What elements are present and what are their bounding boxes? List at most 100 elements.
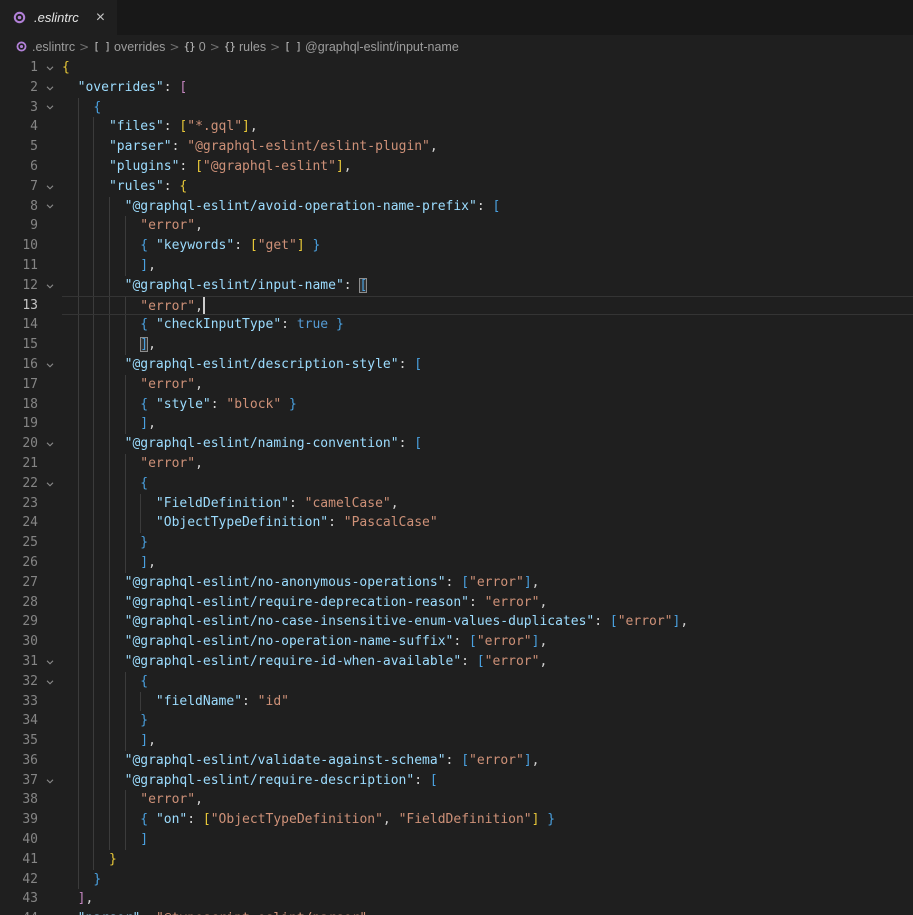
line-number[interactable]: 4 [0,117,38,137]
line-number[interactable]: 30 [0,632,38,652]
code-line[interactable]: 32 { [0,672,913,692]
line-number[interactable]: 3 [0,98,38,118]
code-line[interactable]: 13 "error", [0,296,913,316]
code-line[interactable]: 30 "@graphql-eslint/no-operation-name-su… [0,632,913,652]
code-line[interactable]: 43 ], [0,889,913,909]
chevron-down-fold-icon[interactable] [38,434,62,454]
code-line[interactable]: 8 "@graphql-eslint/avoid-operation-name-… [0,197,913,217]
line-number[interactable]: 7 [0,177,38,197]
line-number[interactable]: 36 [0,751,38,771]
code-line[interactable]: 25 } [0,533,913,553]
line-number[interactable]: 19 [0,414,38,434]
line-number[interactable]: 13 [0,296,38,316]
line-number[interactable]: 23 [0,494,38,514]
code-line[interactable]: 2 "overrides": [ [0,78,913,98]
line-number[interactable]: 22 [0,474,38,494]
code-line[interactable]: 10 { "keywords": ["get"] } [0,236,913,256]
code-line[interactable]: 40 ] [0,830,913,850]
line-number[interactable]: 16 [0,355,38,375]
line-number[interactable]: 42 [0,870,38,890]
line-number[interactable]: 9 [0,216,38,236]
code-line[interactable]: 36 "@graphql-eslint/validate-against-sch… [0,751,913,771]
editor[interactable]: 1{2 "overrides": [3 {4 "files": ["*.gql"… [0,58,913,915]
code-line[interactable]: 28 "@graphql-eslint/require-deprecation-… [0,593,913,613]
line-number[interactable]: 34 [0,711,38,731]
code-line[interactable]: 12 "@graphql-eslint/input-name": [ [0,276,913,296]
line-number[interactable]: 39 [0,810,38,830]
line-number[interactable]: 24 [0,513,38,533]
line-number[interactable]: 18 [0,395,38,415]
chevron-down-fold-icon[interactable] [38,355,62,375]
line-number[interactable]: 38 [0,790,38,810]
line-number[interactable]: 12 [0,276,38,296]
code-line[interactable]: 29 "@graphql-eslint/no-case-insensitive-… [0,612,913,632]
code-line[interactable]: 1{ [0,58,913,78]
chevron-down-fold-icon[interactable] [38,98,62,118]
chevron-down-fold-icon[interactable] [38,771,62,791]
code-line[interactable]: 19 ], [0,414,913,434]
line-number[interactable]: 37 [0,771,38,791]
line-number[interactable]: 15 [0,335,38,355]
code-line[interactable]: 24 "ObjectTypeDefinition": "PascalCase" [0,513,913,533]
code-line[interactable]: 37 "@graphql-eslint/require-description"… [0,771,913,791]
code-line[interactable]: 26 ], [0,553,913,573]
line-number[interactable]: 25 [0,533,38,553]
line-number[interactable]: 35 [0,731,38,751]
line-number[interactable]: 43 [0,889,38,909]
breadcrumb-item[interactable]: .eslintrc [15,40,75,54]
code-line[interactable]: 11 ], [0,256,913,276]
code-line[interactable]: 17 "error", [0,375,913,395]
line-number[interactable]: 8 [0,197,38,217]
code-line[interactable]: 22 { [0,474,913,494]
breadcrumb-item[interactable]: [ ]@graphql-eslint/input-name [284,40,459,54]
chevron-down-fold-icon[interactable] [38,78,62,98]
line-number[interactable]: 33 [0,692,38,712]
chevron-down-fold-icon[interactable] [38,177,62,197]
code-line[interactable]: 27 "@graphql-eslint/no-anonymous-operati… [0,573,913,593]
tab-eslintrc[interactable]: .eslintrc × [0,0,117,35]
breadcrumb-item[interactable]: [ ]overrides [93,40,165,54]
line-number[interactable]: 44 [0,909,38,915]
code-line[interactable]: 44 "parser": "@typescript-eslint/parser" [0,909,913,915]
code-line[interactable]: 16 "@graphql-eslint/description-style": … [0,355,913,375]
line-number[interactable]: 32 [0,672,38,692]
line-number[interactable]: 29 [0,612,38,632]
line-number[interactable]: 40 [0,830,38,850]
chevron-down-fold-icon[interactable] [38,652,62,672]
line-number[interactable]: 17 [0,375,38,395]
code-line[interactable]: 34 } [0,711,913,731]
chevron-down-fold-icon[interactable] [38,276,62,296]
line-number[interactable]: 10 [0,236,38,256]
code-line[interactable]: 15 ], [0,335,913,355]
code-line[interactable]: 35 ], [0,731,913,751]
line-number[interactable]: 14 [0,315,38,335]
code-line[interactable]: 3 { [0,98,913,118]
line-number[interactable]: 31 [0,652,38,672]
chevron-down-fold-icon[interactable] [38,58,62,78]
line-number[interactable]: 5 [0,137,38,157]
code-line[interactable]: 20 "@graphql-eslint/naming-convention": … [0,434,913,454]
line-number[interactable]: 2 [0,78,38,98]
breadcrumb-item[interactable]: {}rules [224,40,266,54]
code-line[interactable]: 33 "fieldName": "id" [0,692,913,712]
line-number[interactable]: 27 [0,573,38,593]
chevron-down-fold-icon[interactable] [38,672,62,692]
line-number[interactable]: 11 [0,256,38,276]
code-line[interactable]: 31 "@graphql-eslint/require-id-when-avai… [0,652,913,672]
line-number[interactable]: 41 [0,850,38,870]
code-line[interactable]: 4 "files": ["*.gql"], [0,117,913,137]
code-line[interactable]: 5 "parser": "@graphql-eslint/eslint-plug… [0,137,913,157]
code-line[interactable]: 41 } [0,850,913,870]
chevron-down-fold-icon[interactable] [38,197,62,217]
code-line[interactable]: 18 { "style": "block" } [0,395,913,415]
code-line[interactable]: 6 "plugins": ["@graphql-eslint"], [0,157,913,177]
code-line[interactable]: 21 "error", [0,454,913,474]
line-number[interactable]: 1 [0,58,38,78]
code-line[interactable]: 7 "rules": { [0,177,913,197]
code-line[interactable]: 9 "error", [0,216,913,236]
chevron-down-fold-icon[interactable] [38,474,62,494]
code-line[interactable]: 14 { "checkInputType": true } [0,315,913,335]
close-icon[interactable]: × [96,10,105,26]
code-line[interactable]: 39 { "on": ["ObjectTypeDefinition", "Fie… [0,810,913,830]
line-number[interactable]: 20 [0,434,38,454]
